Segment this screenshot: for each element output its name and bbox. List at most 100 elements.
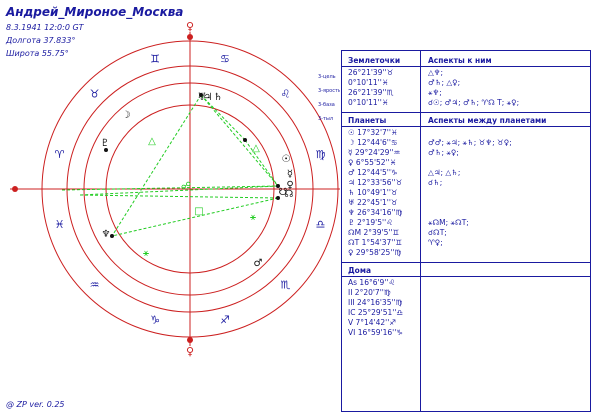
planet-glyph-icon: ♇ [101,138,110,149]
planet-row-position: ♀ 29°58'25''♍ [348,248,402,257]
points-header: Землеточки Аспекты к ним [342,56,590,66]
planet-row: ♀ 6°55'52''♓ [342,158,590,168]
planet-glyph-icon: ♄ [214,92,223,103]
table-divider [342,66,590,67]
point-row-position: 26°21'39''♏ [348,88,394,97]
planet-dot [104,148,108,152]
points-header-position: Землеточки [348,56,401,65]
planet-glyph-icon: ☿ [287,169,293,180]
side-label: 3-база [318,102,335,108]
zodiac-sign-icon: ♎ [315,218,325,231]
aspect-mark: △ [148,136,156,147]
aspect-line-4 [79,194,279,199]
aspect-mark: △ [252,143,260,154]
table-divider [342,262,590,263]
side-label: 3-тыл [318,116,333,122]
aspect-mark: ⚹ [250,212,256,223]
planets-header: Планеты Аспекты между планетами [342,116,590,126]
point-row: 26°21'39''♉ △♆; [342,68,590,78]
version-label: @ ZP ver. 0.25 [6,400,65,409]
planet-glyph-icon: ♆ [102,229,111,240]
planet-row: ♄ 10°49'1''♉ [342,188,590,198]
planet-glyph-icon: ☉ [282,154,291,165]
top-axis-marker [187,34,193,40]
planet-row-aspects: ⚹☊M; ⚹☊T; [428,218,469,227]
zodiac-sign-icon: ♊ [150,53,160,66]
aspect-mark: ☍ [181,181,191,192]
planet-row-position: ♀ 6°55'52''♓ [348,158,397,167]
houses-header: Дома [342,266,590,276]
point-row-aspects: ☌☉; ♂♃; ♂♄; ♈☊ T; ⚹♀; [428,98,520,107]
point-row-aspects: △♆; [428,68,444,77]
point-row-aspects: ♂♄; △♀; [428,78,461,87]
planet-glyph-icon: ☋ [279,187,288,198]
zodiac-sign-icon: ♓ [55,218,65,231]
astrology-wheel: ♀♀♈♉♊ ♋♌♍♎♏♐♑♒♓△☍□⚹△⚹☉☽☿♀♂♃ ♄♅♆♇☊☋3-цель3-… [10,20,340,358]
planet-row-position: ♄ 10°49'1''♉ [348,188,398,197]
bottom-axis-marker [187,337,193,343]
zodiac-sign-icon: ♉ [90,88,100,101]
house-row: IC 25°29'51''♎ [342,308,590,318]
planet-dot [276,184,280,188]
table-divider [342,112,590,113]
house-row-position: II 2°20'7''♍ [348,288,391,297]
planet-row-position: ☊T 1°54'37''♊ [348,238,403,247]
planet-row: ☉ 17°32'7''♓ [342,128,590,138]
zodiac-sign-icon: ♍ [315,148,325,161]
zodiac-sign-icon: ♈ [55,148,65,161]
planet-row-position: ♃ 12°33'56''♉ [348,178,403,187]
planet-row: ♂ 12°44'5''♑ △♃; △♄; [342,168,590,178]
side-label: 3-цель [318,74,336,80]
table-divider [342,126,590,127]
planet-glyph-icon: ♂ [254,258,263,269]
planet-dot [243,138,247,142]
zodiac-sign-icon: ♒ [90,278,100,291]
house-row-position: As 16°6'9''♌ [348,278,396,287]
planets-header-position: Планеты [348,116,387,125]
house-row: V 7°14'42''♐ [342,318,590,328]
planet-row: ☽ 12°44'6''♋ ♂♂; ⚹♃; ⚹♄; ♉♆; ♉♀; [342,138,590,148]
planets-header-aspects: Аспекты между планетами [428,116,547,125]
house-row: As 16°6'9''♌ [342,278,590,288]
planet-row-aspects: ☌♄; [428,178,443,187]
zodiac-sign-icon: ♐ [220,313,230,326]
house-row-position: III 24°16'35''♍ [348,298,403,307]
aspect-mark: □ [194,206,203,217]
planet-row-position: ♅ 22°45'1''♉ [348,198,398,207]
planet-row-position: ♆ 26°34'16''♍ [348,208,403,217]
point-row-position: 26°21'39''♉ [348,68,394,77]
table-divider [342,276,590,277]
planet-row-position: ♇ 2°19'5''♌ [348,218,393,227]
planet-row: ♆ 26°34'16''♍ [342,208,590,218]
planet-row-aspects: ♂♂; ⚹♃; ⚹♄; ♉♆; ♉♀; [428,138,512,147]
point-row: 0°10'11''♓ ♂♄; △♀; [342,78,590,88]
house-row-position: V 7°14'42''♐ [348,318,397,327]
planet-row: ☊T 1°54'37''♊ ♈♀; [342,238,590,248]
planet-dot [276,196,280,200]
column-divider [420,51,421,411]
planet-row-position: ☿ 29°24'29''♒ [348,148,401,157]
planet-row-aspects: △♃; △♄; [428,168,461,177]
house-row-position: VI 16°59'16''♑ [348,328,404,337]
planet-glyph-icon: ☽ [122,110,131,121]
zodiac-sign-icon: ♋ [220,53,230,66]
point-row-aspects: ⚹♆; [428,88,442,97]
positions-table: Землеточки Аспекты к ним 26°21'39''♉ △♆; 0°1… [341,50,591,412]
zodiac-sign-icon: ♑ [150,313,160,326]
planet-row-position: ♂ 12°44'5''♑ [348,168,398,177]
points-header-aspects: Аспекты к ним [428,56,492,65]
planet-row: ☿ 29°24'29''♒ ♂♄; ⚹♀; [342,148,590,158]
planet-row: ♀ 29°58'25''♍ [342,248,590,258]
house-row-position: IC 25°29'51''♎ [348,308,404,317]
planet-row-position: ☊M 2°39'5''♊ [348,228,400,237]
planet-row: ♅ 22°45'1''♉ [342,198,590,208]
point-row-position: 0°10'11''♓ [348,78,389,87]
planet-row-aspects: ☌☊T; [428,228,447,237]
planet-row-position: ☽ 12°44'6''♋ [348,138,398,147]
aspect-line-2 [200,94,279,187]
planet-dot [199,93,203,97]
planet-row-position: ☉ 17°32'7''♓ [348,128,398,137]
house-row: III 24°16'35''♍ [342,298,590,308]
planet-dot [110,234,114,238]
house-row: VI 16°59'16''♑ [342,328,590,338]
